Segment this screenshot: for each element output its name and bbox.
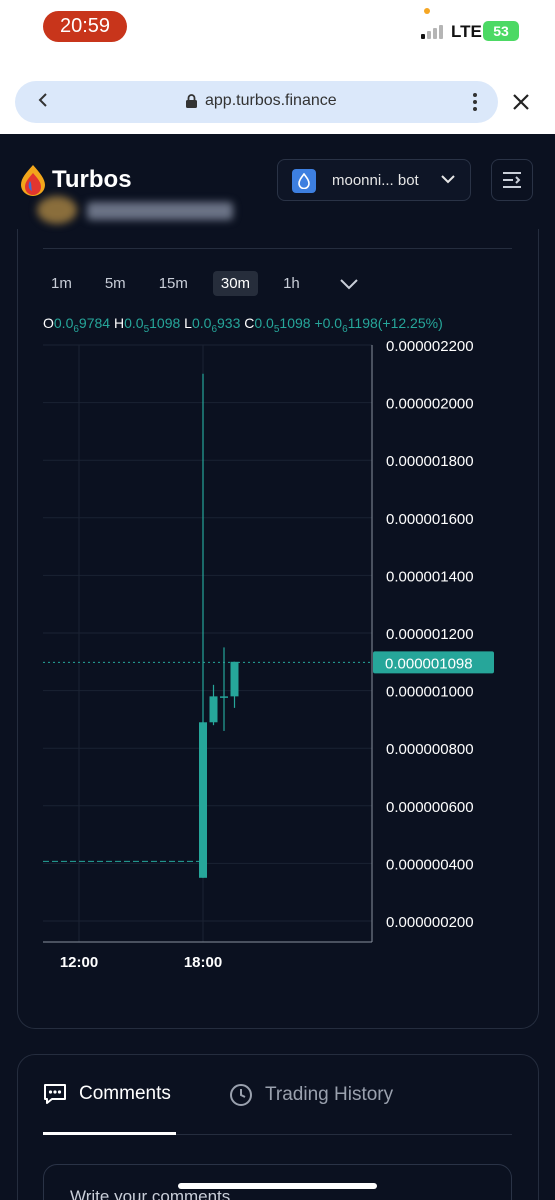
ohlc-high-label: H bbox=[113, 315, 125, 331]
wallet-button[interactable]: moonni... bot bbox=[277, 159, 471, 201]
menu-icon bbox=[503, 172, 521, 188]
ohlc-low-label: L bbox=[184, 315, 192, 331]
y-tick-label: 0.000000600 bbox=[386, 799, 474, 816]
status-bar: 20:59 LTE 53 bbox=[0, 0, 555, 52]
y-tick-label: 0.000000400 bbox=[386, 856, 474, 873]
y-tick-label: 0.000001000 bbox=[386, 684, 474, 701]
brand-name: Turbos bbox=[52, 166, 132, 193]
browser-bar: app.turbos.finance bbox=[0, 52, 555, 134]
ohlc-low-value: 0.06933 bbox=[191, 315, 241, 335]
ohlc-change-value: +0.061198(+12.25%) bbox=[314, 315, 443, 335]
ohlc-high-value: 0.051098 bbox=[124, 315, 181, 335]
candle-body bbox=[220, 696, 228, 698]
ohlc-open-label: O bbox=[43, 315, 54, 331]
y-tick-label: 0.000001800 bbox=[386, 453, 474, 470]
home-indicator[interactable] bbox=[178, 1183, 377, 1189]
price-chart[interactable]: 0.000002200 0.000002000 0.000001800 0.00000… bbox=[0, 330, 555, 980]
x-tick-label: 18:00 bbox=[184, 954, 222, 971]
chevron-left-icon[interactable] bbox=[38, 91, 48, 114]
sui-icon bbox=[292, 169, 316, 193]
y-tick-label: 0.000001200 bbox=[386, 626, 474, 643]
battery-level: 53 bbox=[493, 23, 509, 39]
timeframe-30m[interactable]: 30m bbox=[212, 270, 259, 296]
comment-icon bbox=[44, 1084, 66, 1104]
clock-icon bbox=[230, 1084, 252, 1106]
y-tick-label: 0.000001600 bbox=[386, 511, 474, 528]
y-tick-label: 0.000002000 bbox=[386, 396, 474, 413]
chevron-down-icon bbox=[441, 175, 455, 184]
x-tick-label: 12:00 bbox=[60, 954, 98, 971]
url-text: app.turbos.finance bbox=[205, 92, 337, 109]
lock-icon bbox=[186, 94, 197, 108]
mic-indicator bbox=[424, 8, 430, 14]
timeframe-15m[interactable]: 15m bbox=[151, 271, 196, 296]
close-icon[interactable] bbox=[512, 84, 530, 120]
ohlc-open-value: 0.069784 bbox=[53, 315, 111, 335]
y-tick-label: 0.000001400 bbox=[386, 568, 474, 585]
candle-body bbox=[199, 722, 207, 878]
battery-icon: 53 bbox=[483, 21, 519, 41]
tab-comments-label: Comments bbox=[79, 1083, 171, 1104]
more-vert-icon[interactable] bbox=[473, 93, 477, 111]
menu-button[interactable] bbox=[491, 159, 533, 201]
token-identity-blurred bbox=[37, 196, 233, 224]
comment-input[interactable]: Write your comments bbox=[43, 1164, 512, 1200]
signal-icon bbox=[421, 25, 443, 39]
timeframe-5m[interactable]: 5m bbox=[97, 271, 134, 296]
ohlc-close-label: C bbox=[244, 315, 255, 331]
chevron-down-icon[interactable] bbox=[339, 278, 359, 290]
y-tick-label: 0.000002200 bbox=[386, 338, 474, 355]
candle-body bbox=[230, 661, 239, 697]
turbos-flame-icon bbox=[21, 165, 45, 196]
wallet-label: moonni... bot bbox=[332, 172, 419, 189]
timeframe-1m[interactable]: 1m bbox=[43, 271, 80, 296]
address-bar[interactable]: app.turbos.finance bbox=[15, 81, 498, 123]
status-time: 20:59 bbox=[43, 11, 127, 42]
timeframe-1h[interactable]: 1h bbox=[275, 271, 308, 296]
tab-history-label: Trading History bbox=[265, 1084, 394, 1105]
divider bbox=[43, 248, 512, 249]
tab-comments[interactable]: Comments bbox=[43, 1083, 171, 1105]
active-tab-indicator bbox=[43, 1132, 176, 1135]
last-price-label: 0.000001098 bbox=[385, 655, 473, 672]
network-type: LTE bbox=[451, 22, 482, 41]
app-header: Turbos moonni... bot bbox=[0, 134, 555, 229]
candle-body bbox=[209, 696, 218, 723]
y-tick-label: 0.000000800 bbox=[386, 741, 474, 758]
ohlc-close-value: 0.051098 bbox=[254, 315, 311, 335]
y-tick-label: 0.000000200 bbox=[386, 914, 474, 931]
tab-trading-history[interactable]: Trading History bbox=[229, 1083, 393, 1107]
timeframe-selector: 1m 5m 15m 30m 1h bbox=[43, 270, 359, 296]
turbos-logo[interactable]: Turbos bbox=[20, 164, 132, 196]
